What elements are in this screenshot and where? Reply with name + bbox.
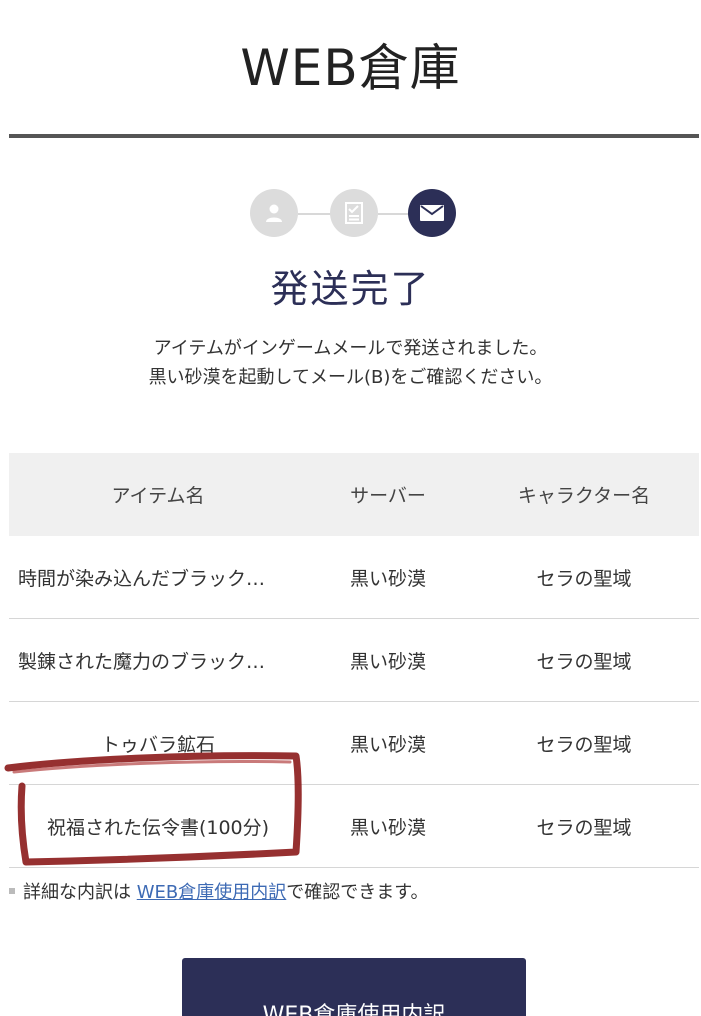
details-note: 詳細な内訳は WEB倉庫使用内訳で確認できます。 <box>9 878 428 904</box>
table-row: 時間が染み込んだブラック… 黒い砂漠 セラの聖域 <box>9 536 699 619</box>
item-name-cell: トゥバラ鉱石 <box>9 701 307 785</box>
character-cell: セラの聖域 <box>469 701 699 785</box>
item-name-cell: 時間が染み込んだブラック… <box>9 536 307 619</box>
step-1 <box>250 189 298 237</box>
message-line: 黒い砂漠を起動してメール(B)をご確認ください。 <box>148 367 553 388</box>
table-row: トゥバラ鉱石 黒い砂漠 セラの聖域 <box>9 701 699 785</box>
usage-details-button[interactable]: WEB倉庫使用内訳 <box>182 958 526 1016</box>
bullet-icon <box>9 888 15 894</box>
column-header-item-name: アイテム名 <box>9 453 307 536</box>
checklist-icon <box>345 202 363 224</box>
items-table: アイテム名 サーバー キャラクター名 時間が染み込んだブラック… 黒い砂漠 セラ… <box>9 453 699 868</box>
column-header-server: サーバー <box>307 453 469 536</box>
item-name-cell: 祝福された伝令書(100分) <box>9 784 307 868</box>
progress-steps <box>250 189 460 239</box>
usage-details-link[interactable]: WEB倉庫使用内訳 <box>137 882 287 903</box>
step-connector <box>298 213 332 215</box>
item-name-cell: 製錬された魔力のブラック… <box>9 618 307 702</box>
character-cell: セラの聖域 <box>469 618 699 702</box>
step-2 <box>330 189 378 237</box>
status-title: 発送完了 <box>270 267 431 311</box>
note-suffix: で確認できます。 <box>286 882 429 903</box>
title-divider <box>9 134 699 138</box>
table-row: 祝福された伝令書(100分) 黒い砂漠 セラの聖域 <box>9 784 699 868</box>
mail-icon <box>420 205 444 221</box>
user-icon <box>266 204 282 222</box>
column-header-character-name: キャラクター名 <box>469 453 699 536</box>
step-3 <box>408 189 456 237</box>
table-row: 製錬された魔力のブラック… 黒い砂漠 セラの聖域 <box>9 618 699 702</box>
character-cell: セラの聖域 <box>469 784 699 868</box>
note-prefix: 詳細な内訳は <box>23 882 137 903</box>
table-header-row: アイテム名 サーバー キャラクター名 <box>9 453 699 536</box>
character-cell: セラの聖域 <box>469 536 699 619</box>
server-cell: 黒い砂漠 <box>307 701 469 785</box>
page: WEB倉庫 発送完了 アイテムがインゲームメールで発送されました。 黒い砂漠を起… <box>0 0 701 1016</box>
server-cell: 黒い砂漠 <box>307 618 469 702</box>
server-cell: 黒い砂漠 <box>307 784 469 868</box>
page-title: WEB倉庫 <box>240 39 461 97</box>
server-cell: 黒い砂漠 <box>307 536 469 619</box>
status-message: アイテムがインゲームメールで発送されました。 黒い砂漠を起動してメール(B)をご… <box>0 334 701 392</box>
message-line: アイテムがインゲームメールで発送されました。 <box>153 338 548 359</box>
step-connector <box>378 213 412 215</box>
